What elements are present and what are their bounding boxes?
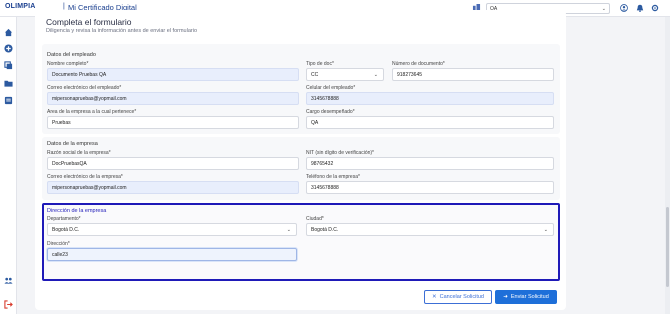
send-request-button[interactable]: ➜ Enviar Solicitud (495, 290, 557, 304)
position-value: QA (311, 120, 319, 126)
employee-email-field[interactable]: mipersonapruebas@yopmail.com (47, 92, 299, 105)
company-phone-field[interactable]: 3145678888 (306, 181, 554, 194)
company-section-title: Datos de la empresa (47, 141, 98, 147)
doc-type-label: Tipo de doc* (306, 61, 334, 67)
employee-email-label: Correo electrónico del empleado* (47, 85, 122, 91)
legal-name-value: DocPruebasQA (52, 161, 87, 167)
department-select[interactable]: Bogotá D.C. ⌄ (47, 223, 297, 236)
sidebar (0, 17, 17, 314)
full-name-value: Documento Pruebas QA (52, 72, 107, 78)
doc-type-value: CC (311, 72, 319, 78)
folder-icon[interactable] (4, 79, 13, 88)
doc-type-select[interactable]: CC ⌄ (306, 68, 384, 81)
form-title: Completa el formulario (46, 17, 132, 27)
copy-icon[interactable] (4, 61, 13, 70)
address-section (42, 203, 560, 281)
user-circle-icon[interactable] (620, 4, 628, 12)
address-value: calle23 (52, 252, 68, 258)
close-icon: ✕ (432, 294, 437, 300)
users-icon[interactable] (4, 276, 13, 285)
employee-phone-value: 3145678888 (311, 96, 339, 102)
chevron-down-icon: ⌄ (543, 227, 548, 233)
city-select[interactable]: Bogotá D.C. ⌄ (306, 223, 554, 236)
company-email-value: mipersonapruebas@yopmail.com (52, 185, 127, 191)
scrollbar-thumb[interactable] (666, 207, 669, 287)
nit-field[interactable]: 98765432 (306, 157, 554, 170)
address-label: Dirección* (47, 241, 70, 247)
nit-label: NIT (sin dígito de verificación)* (306, 150, 374, 156)
settings-icon[interactable] (651, 4, 659, 12)
add-circle-icon[interactable] (4, 44, 13, 53)
company-phone-value: 3145678888 (311, 185, 339, 191)
chevron-down-icon: ⌄ (373, 72, 378, 78)
send-request-label: Enviar Solicitud (510, 294, 549, 300)
page-scrollbar[interactable] (665, 17, 670, 314)
employee-section-title: Datos del empleado (47, 52, 96, 58)
brand-logo[interactable]: OLIMPIA (5, 3, 36, 10)
company-email-field[interactable]: mipersonapruebas@yopmail.com (47, 181, 299, 194)
company-email-label: Correo electrónico de la empresa* (47, 174, 123, 180)
address-field[interactable]: calle23 (47, 248, 297, 261)
address-section-title: Dirección de la empresa (47, 208, 107, 214)
legal-name-field[interactable]: DocPruebasQA (47, 157, 299, 170)
doc-number-field[interactable]: 918273645 (392, 68, 554, 81)
employee-phone-field[interactable]: 3145678888 (306, 92, 554, 105)
full-name-label: Nombre completo* (47, 61, 89, 67)
department-label: Departamento* (47, 216, 81, 222)
company-phone-label: Teléfono de la empresa* (306, 174, 360, 180)
chevron-down-icon: ⌄ (601, 6, 606, 12)
bell-icon[interactable] (636, 4, 644, 12)
nit-value: 98765432 (311, 161, 334, 167)
area-value: Pruebas (52, 120, 71, 126)
area-label: Area de la empresa a la cual pertenece* (47, 109, 137, 115)
employee-phone-label: Celular del empleado* (306, 85, 356, 91)
legal-name-label: Razón social de la empresa* (47, 150, 111, 156)
brand-separator: | (63, 3, 65, 10)
department-value: Bogotá D.C. (52, 227, 80, 233)
area-field[interactable]: Pruebas (47, 116, 299, 129)
employee-email-value: mipersonapruebas@yopmail.com (52, 96, 127, 102)
cancel-request-label: Cancelar Solicitud (439, 294, 484, 300)
logout-icon[interactable] (4, 300, 13, 309)
chevron-down-icon: ⌄ (286, 227, 291, 233)
city-value: Bogotá D.C. (311, 227, 339, 233)
doc-number-label: Número de documento* (392, 61, 445, 67)
city-label: Ciudad* (306, 216, 324, 222)
full-name-field[interactable]: Documento Pruebas QA (47, 68, 299, 81)
home-icon[interactable] (4, 28, 13, 37)
position-field[interactable]: QA (306, 116, 554, 129)
arrow-right-icon: ➜ (503, 294, 508, 300)
doc-number-value: 918273645 (397, 72, 423, 78)
news-icon[interactable] (4, 96, 13, 105)
form-subtitle: Diligencia y revisa la información antes… (46, 28, 198, 34)
cancel-request-button[interactable]: ✕ Cancelar Solicitud (424, 290, 492, 304)
position-label: Cargo desempeñado* (306, 109, 355, 115)
